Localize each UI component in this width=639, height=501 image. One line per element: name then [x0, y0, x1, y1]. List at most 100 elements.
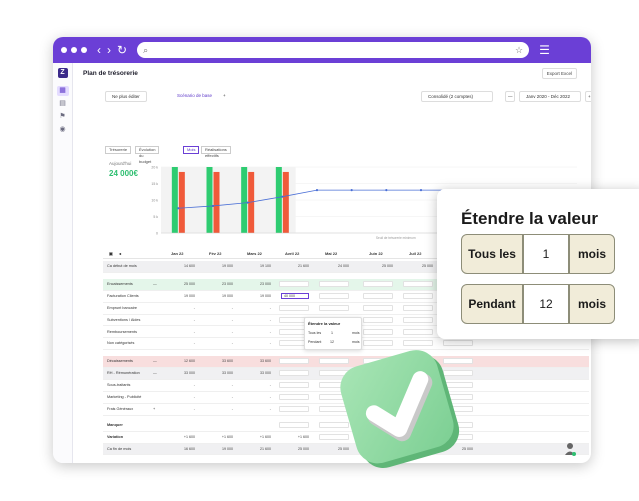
period-select[interactable]: Janv 2020 - Déc 2022 [519, 91, 581, 102]
mini-value[interactable]: 1 [331, 331, 333, 335]
table-cell[interactable]: - [205, 306, 233, 310]
table-cell[interactable]: 25 000 [365, 264, 393, 268]
table-cell[interactable]: 14 600 [167, 264, 195, 268]
cell-input[interactable] [279, 370, 309, 377]
cell-input[interactable] [403, 328, 433, 335]
cell-input[interactable] [279, 394, 309, 400]
table-cell[interactable]: 21 600 [243, 447, 271, 451]
star-icon[interactable]: ☆ [515, 45, 523, 56]
cell-input[interactable] [363, 328, 393, 335]
table-cell[interactable]: 19 000 [167, 294, 195, 298]
table-cell[interactable]: 33 000 [243, 371, 271, 375]
table-cell[interactable]: 21 600 [281, 264, 309, 268]
row-toggle-icon[interactable]: — [153, 282, 157, 286]
cell-input[interactable] [403, 316, 433, 323]
table-cell[interactable]: - [243, 395, 271, 399]
table-cell[interactable]: - [205, 395, 233, 399]
accounts-select[interactable]: Consolidé (2 comptes) [421, 91, 493, 102]
table-cell[interactable]: 12 600 [167, 359, 195, 363]
table-cell[interactable]: 19 000 [205, 447, 233, 451]
export-excel-button[interactable]: Export Excel [541, 68, 577, 79]
add-scenario-button[interactable]: + [217, 91, 232, 102]
cell-input[interactable] [279, 405, 309, 412]
reload-icon[interactable]: ↻ [117, 44, 127, 56]
table-cell[interactable]: 33 000 [167, 371, 195, 375]
window-dot[interactable] [71, 47, 77, 53]
address-bar[interactable]: ⌕ ☆ [137, 42, 530, 58]
cell-input[interactable] [319, 280, 349, 287]
table-cell[interactable]: +1 600 [243, 435, 271, 439]
tab-tresorerie[interactable]: Trésorerie [105, 146, 132, 154]
table-cell[interactable]: - [243, 306, 271, 310]
table-cell[interactable]: 19 000 [205, 294, 233, 298]
cell-input[interactable] [403, 280, 433, 287]
table-cell[interactable]: 25 000 [405, 264, 433, 268]
table-cell[interactable]: - [167, 407, 195, 411]
row-toggle-icon[interactable]: — [153, 371, 157, 375]
calendar-icon[interactable]: ▣ [109, 251, 113, 256]
table-cell[interactable]: +1 600 [167, 435, 195, 439]
table-cell[interactable]: - [243, 383, 271, 387]
tab-realisations[interactable]: Réalisations effectifs [201, 146, 231, 158]
fav-button[interactable]: Ne plus éditer [105, 91, 147, 102]
table-cell[interactable]: - [205, 383, 233, 387]
table-cell[interactable]: 16 600 [167, 447, 195, 451]
table-cell[interactable]: - [205, 341, 233, 345]
cell-input[interactable] [403, 292, 433, 299]
tab-mois[interactable]: Mois [183, 146, 200, 154]
cell-input[interactable] [363, 316, 393, 323]
cell-input[interactable] [403, 304, 433, 311]
cell-input[interactable] [279, 382, 309, 389]
table-cell[interactable]: - [205, 318, 233, 322]
table-cell[interactable]: 23 000 [205, 282, 233, 286]
forward-icon[interactable]: › [107, 44, 111, 56]
window-dot[interactable] [81, 47, 87, 53]
row-toggle-icon[interactable]: + [153, 407, 155, 411]
table-cell[interactable]: - [167, 383, 195, 387]
table-cell[interactable]: - [167, 341, 195, 345]
table-cell[interactable]: +1 600 [205, 435, 233, 439]
cell-input[interactable] [279, 304, 309, 311]
cell-input[interactable] [363, 292, 393, 299]
table-cell[interactable]: - [167, 330, 195, 334]
table-cell[interactable]: 33 600 [243, 359, 271, 363]
table-cell[interactable]: 19 000 [205, 264, 233, 268]
period-prev-button[interactable]: — [505, 91, 515, 102]
table-cell[interactable]: - [243, 318, 271, 322]
sidebar-item-documents[interactable]: ▤ [57, 99, 69, 109]
user-avatar-icon[interactable] [563, 441, 577, 457]
window-dot[interactable] [61, 47, 67, 53]
cell-input[interactable] [319, 292, 349, 299]
table-cell[interactable]: - [205, 407, 233, 411]
table-cell[interactable]: - [243, 330, 271, 334]
table-cell[interactable]: - [167, 306, 195, 310]
table-cell[interactable]: 33 600 [205, 359, 233, 363]
table-cell[interactable]: 40 000 [281, 292, 309, 299]
back-icon[interactable]: ‹ [97, 44, 101, 56]
row-toggle-icon[interactable]: — [153, 359, 157, 363]
sidebar-item-plan[interactable]: ▦ [56, 86, 69, 96]
during-value-input[interactable]: 12 [523, 284, 569, 324]
table-cell[interactable]: 25 000 [167, 282, 195, 286]
table-cell[interactable]: 23 000 [243, 282, 271, 286]
cell-input[interactable] [279, 358, 309, 365]
sidebar-item-location[interactable]: ◉ [57, 125, 69, 135]
every-value-input[interactable]: 1 [523, 234, 569, 274]
table-cell[interactable]: 24 000 [321, 264, 349, 268]
arrow-left-icon[interactable]: ◂ [119, 251, 121, 256]
table-cell[interactable]: - [243, 341, 271, 345]
table-cell[interactable]: 19 100 [243, 264, 271, 268]
scenario-selector[interactable]: Scénario de base [171, 91, 219, 102]
table-cell[interactable]: - [167, 318, 195, 322]
cell-input[interactable] [279, 421, 309, 428]
table-cell[interactable]: - [167, 395, 195, 399]
sidebar-item-notifications[interactable]: ⚑ [57, 112, 69, 122]
period-next-button[interactable]: + [585, 91, 591, 102]
menu-icon[interactable]: ☰ [539, 43, 550, 57]
cell-input[interactable] [279, 280, 309, 287]
table-cell[interactable]: 25 000 [281, 447, 309, 451]
cell-input[interactable] [363, 304, 393, 311]
cell-input[interactable] [363, 280, 393, 287]
table-cell[interactable]: - [243, 407, 271, 411]
table-cell[interactable]: +1 600 [281, 435, 309, 439]
